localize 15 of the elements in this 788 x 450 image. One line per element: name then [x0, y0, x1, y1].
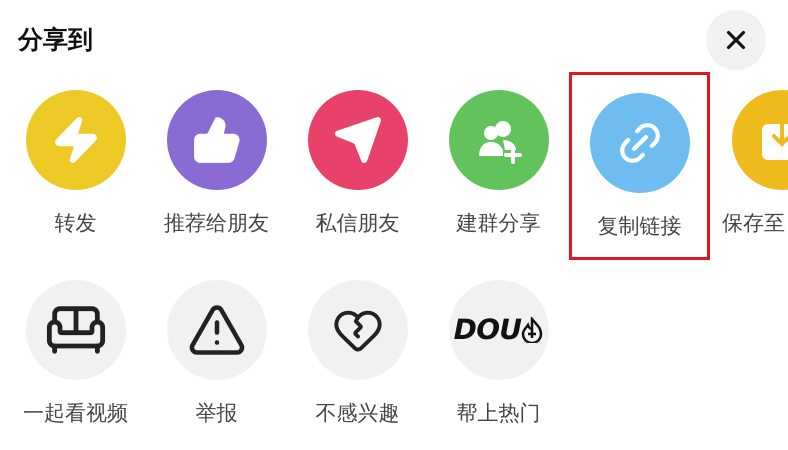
share-target-label: 保存至: [722, 210, 785, 237]
share-target-label: 建群分享: [456, 210, 540, 237]
action-label: 一起看视频: [23, 400, 128, 427]
action-label: 帮上热门: [456, 400, 540, 427]
action-button[interactable]: DOU: [448, 280, 548, 380]
action-label: 举报: [196, 400, 238, 427]
share-target-label: 复制链接: [598, 213, 682, 240]
dou-logo: DOU: [454, 309, 544, 351]
action-label: 不感兴趣: [316, 400, 400, 427]
paper-plane-icon: [332, 115, 382, 165]
share-target-label: 转发: [54, 210, 96, 237]
thumbs-up-icon: [192, 115, 242, 165]
sheet-title: 分享到: [18, 24, 93, 56]
share-target-label: 私信朋友: [316, 210, 400, 237]
share-target-label: 推荐给朋友: [164, 210, 269, 237]
